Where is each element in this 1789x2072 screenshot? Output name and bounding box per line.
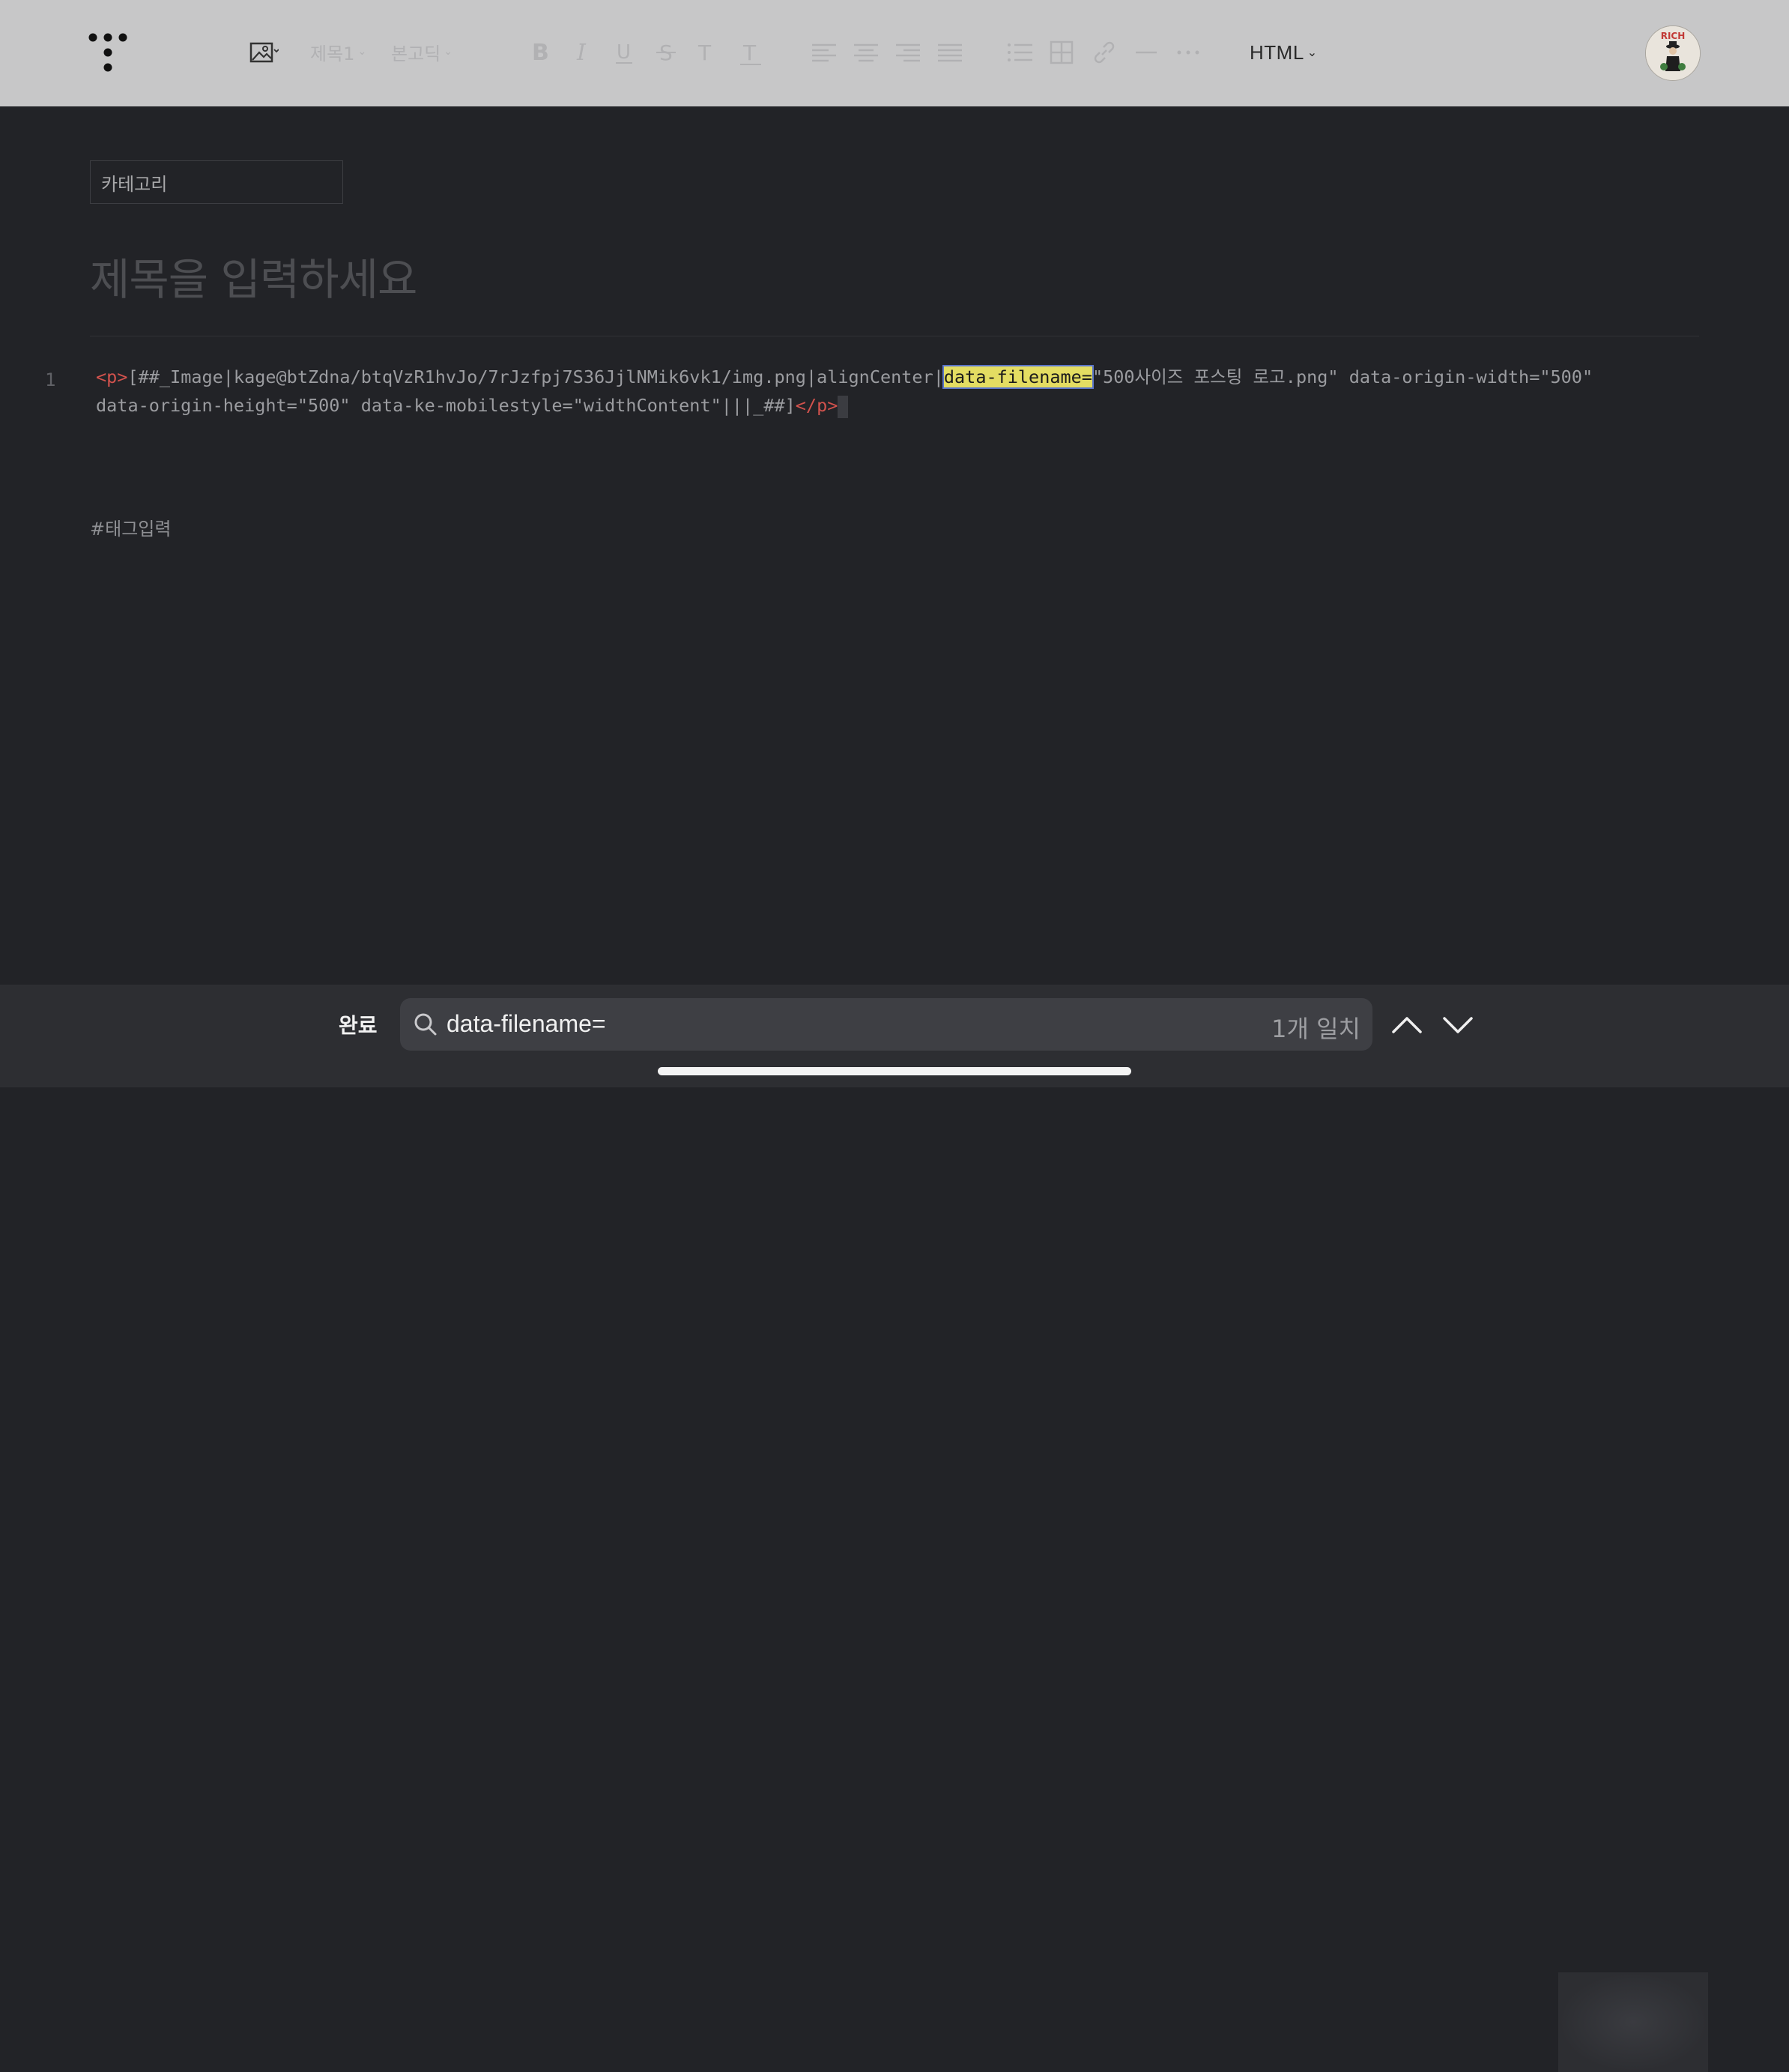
chevron-down-icon: ⌄ bbox=[1307, 46, 1318, 59]
done-button[interactable]: 완료 bbox=[339, 1009, 378, 1039]
editor-mode-label: HTML bbox=[1250, 40, 1304, 64]
search-highlight: data-filename= bbox=[942, 365, 1094, 389]
editor-toolbar: 제목1 ⌄ 본고딕 ⌄ B I U S T T HTML ⌄ RICH bbox=[0, 0, 1789, 106]
align-left-icon[interactable] bbox=[809, 37, 839, 67]
align-center-icon[interactable] bbox=[851, 37, 881, 67]
list-icon[interactable] bbox=[1005, 37, 1035, 67]
code-segment: data-origin-height="500" data-ke-mobiles… bbox=[96, 395, 796, 416]
align-justify-icon[interactable] bbox=[935, 37, 965, 67]
next-match-button[interactable] bbox=[1440, 1008, 1476, 1041]
avatar-image: RICH bbox=[1646, 26, 1700, 80]
table-icon[interactable] bbox=[1047, 37, 1077, 67]
svg-text:T: T bbox=[697, 40, 712, 65]
code-segment: [##_Image|kage@btZdna/btqVzR1hvJo/7rJzfp… bbox=[127, 366, 944, 387]
more-icon[interactable] bbox=[1173, 37, 1203, 67]
chevron-down-icon: ⌄ bbox=[444, 46, 452, 58]
match-count: 1개 일치 bbox=[1271, 1015, 1360, 1043]
italic-icon[interactable]: I bbox=[568, 37, 598, 67]
svg-text:I: I bbox=[576, 40, 587, 66]
svg-text:B: B bbox=[532, 40, 549, 66]
tistory-logo-icon[interactable] bbox=[87, 31, 129, 73]
line-number: 1 bbox=[45, 369, 56, 390]
underline-icon[interactable]: U bbox=[610, 37, 640, 67]
find-query: data-filename= bbox=[447, 1010, 606, 1037]
code-tag-close: </p> bbox=[795, 395, 838, 416]
align-right-icon[interactable] bbox=[893, 37, 923, 67]
chevron-down-icon bbox=[1443, 1017, 1473, 1033]
code-tag-open: <p> bbox=[96, 366, 128, 387]
heading-select[interactable]: 제목1 ⌄ bbox=[310, 39, 366, 64]
link-icon[interactable] bbox=[1089, 37, 1119, 67]
post-title-input[interactable]: 제목을 입력하세요 bbox=[90, 244, 417, 307]
previous-match-button[interactable] bbox=[1389, 1008, 1425, 1041]
font-select[interactable]: 본고딕 ⌄ bbox=[391, 39, 452, 64]
home-indicator[interactable] bbox=[658, 1067, 1131, 1075]
bold-icon[interactable]: B bbox=[526, 37, 556, 67]
search-icon bbox=[414, 1013, 437, 1036]
avatar-text: RICH bbox=[1661, 31, 1686, 41]
horizontal-rule-icon[interactable] bbox=[1131, 37, 1161, 67]
html-code-editor[interactable]: <p>[##_Image|kage@btZdna/btqVzR1hvJo/7rJ… bbox=[96, 363, 1684, 420]
code-segment: "500사이즈 포스팅 로고.png" data-origin-width="5… bbox=[1092, 366, 1593, 387]
font-select-label: 본고딕 bbox=[391, 43, 441, 64]
svg-text:T: T bbox=[742, 40, 757, 65]
avatar[interactable]: RICH bbox=[1645, 25, 1701, 81]
svg-text:U: U bbox=[617, 41, 631, 64]
heading-select-label: 제목1 bbox=[310, 43, 355, 64]
tag-input[interactable]: #태그입력 bbox=[90, 514, 171, 540]
chevron-down-icon: ⌄ bbox=[357, 46, 367, 58]
strikethrough-icon[interactable]: S bbox=[652, 37, 682, 67]
find-input[interactable]: data-filename= 1개 일치 bbox=[400, 998, 1372, 1051]
editor-mode-select[interactable]: HTML ⌄ bbox=[1250, 37, 1318, 67]
image-insert-icon[interactable] bbox=[249, 37, 279, 67]
category-placeholder: 카테고리 bbox=[101, 173, 168, 195]
chevron-up-icon bbox=[1392, 1017, 1422, 1033]
text-color-icon[interactable]: T bbox=[691, 37, 721, 67]
category-select[interactable]: 카테고리 bbox=[90, 160, 343, 204]
text-cursor bbox=[838, 395, 849, 418]
text-background-icon[interactable]: T bbox=[736, 37, 766, 67]
keyboard-glow bbox=[1558, 1972, 1708, 2072]
